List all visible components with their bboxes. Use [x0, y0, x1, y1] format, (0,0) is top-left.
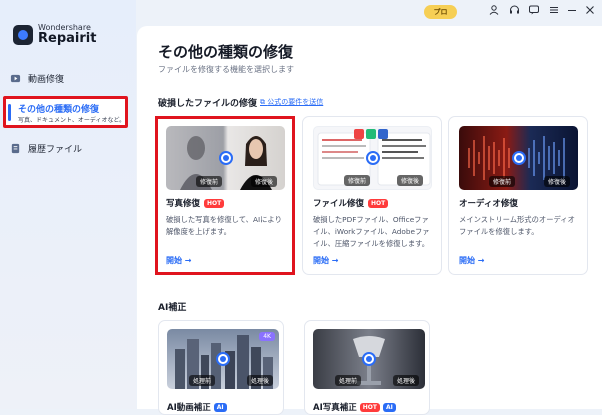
ai-card-title-text: AI写真補正 — [313, 403, 357, 413]
pro-button[interactable]: プロ — [424, 5, 457, 19]
app-logo: Wondershare Repairit — [13, 24, 96, 45]
ai-enhance-icon — [362, 352, 376, 366]
start-label: 開始 — [459, 256, 475, 265]
active-indicator — [8, 104, 11, 121]
video-icon — [10, 74, 21, 83]
ai-section-title: AI補正 — [158, 303, 187, 313]
4k-badge: 4K — [259, 332, 275, 341]
ai-photo-enhance-card[interactable]: 処理前 処理後 AI写真補正 HOT AI — [304, 320, 430, 415]
repair-badge-icon — [218, 151, 233, 165]
ai-card-title: AI動画補正 AI — [167, 401, 227, 413]
card-title: ファイル修復 HOT — [313, 197, 389, 209]
logo-product: Repairit — [38, 31, 97, 46]
ai-card-title: AI写真補正 HOT AI — [313, 401, 396, 413]
card-description: メインストリーム形式のオーディオファイルを修復します。 — [459, 215, 575, 236]
history-icon — [11, 143, 20, 154]
link-label: 公式の要件を送信 — [267, 98, 324, 106]
after-tag: 修復後 — [250, 176, 277, 187]
after-tag: 処理後 — [392, 375, 419, 386]
ai-video-preview: 4K 処理前 処理後 — [167, 329, 279, 389]
arrow-right-icon: → — [477, 256, 485, 265]
ai-card-title-text: AI動画補正 — [167, 403, 211, 413]
sidebar-item-history[interactable]: 履歴ファイル — [10, 142, 82, 155]
file-repair-card[interactable]: 修復前 修復後 ファイル修復 HOT 破損したPDFファイル、Officeファイ… — [302, 116, 442, 275]
chat-icon[interactable] — [527, 5, 541, 19]
card-description: 破損したPDFファイル、Officeファイル、iWorkファイル、Adobeファ… — [313, 215, 430, 248]
sidebar-item-label: 動画修復 — [28, 75, 65, 85]
sidebar-item-label: 履歴ファイル — [28, 145, 83, 155]
card-title-text: 写真修復 — [166, 199, 201, 209]
before-tag: 処理前 — [189, 375, 216, 386]
ai-video-enhance-card[interactable]: 4K 処理前 処理後 AI動画補正 AI — [158, 320, 284, 415]
after-tag: 修復後 — [396, 175, 423, 186]
hot-badge: HOT — [204, 198, 225, 208]
close-icon[interactable] — [583, 5, 597, 19]
photo-repair-preview: 修復前 修復後 — [166, 126, 285, 190]
hot-badge: HOT — [368, 198, 389, 208]
ai-photo-preview: 処理前 処理後 — [313, 329, 425, 389]
user-icon[interactable] — [487, 5, 501, 19]
hot-badge: HOT — [359, 402, 380, 412]
menu-icon[interactable] — [547, 5, 561, 19]
section-title: 破損したファイルの修復 — [158, 99, 258, 109]
start-button[interactable]: 開始 → — [459, 255, 485, 266]
sidebar-item-sublabel: 写真、ドキュメント、オーディオなど。 — [18, 117, 126, 124]
start-label: 開始 — [313, 256, 329, 265]
minimize-icon[interactable] — [565, 5, 579, 19]
repair-badge-icon — [511, 151, 526, 165]
card-title-text: オーディオ修復 — [459, 199, 518, 209]
photo-repair-card[interactable]: 修復前 修復後 写真修復 HOT 破損した写真を修復して、AIにより解像度を上げ… — [155, 116, 295, 275]
card-title: 写真修復 HOT — [166, 197, 225, 209]
card-title-text: ファイル修復 — [313, 199, 365, 209]
ai-badge: AI — [382, 402, 396, 412]
ai-badge: AI — [213, 402, 227, 412]
arrow-right-icon: → — [331, 256, 339, 265]
sidebar-item-other-repair[interactable]: その他の種類の修復 写真、ドキュメント、オーディオなど。 — [3, 96, 128, 128]
page-title: その他の種類の修復 — [158, 43, 294, 61]
file-repair-preview: 修復前 修復後 — [313, 126, 432, 190]
repair-badge-icon — [365, 151, 380, 165]
repairit-logo-icon — [13, 24, 33, 45]
after-tag: 処理後 — [246, 375, 273, 386]
arrow-right-icon: → — [184, 256, 192, 265]
start-button[interactable]: 開始 → — [313, 255, 339, 266]
sidebar-item-video-repair[interactable]: 動画修復 — [10, 72, 64, 85]
start-label: 開始 — [166, 256, 182, 265]
before-tag: 修復前 — [489, 176, 516, 187]
start-button[interactable]: 開始 → — [166, 255, 192, 266]
before-tag: 修復前 — [344, 175, 371, 186]
sidebar: Wondershare Repairit 動画修復 その他の種類の修復 写真、ド… — [0, 0, 136, 409]
ai-enhance-icon — [216, 352, 230, 366]
card-title: オーディオ修復 — [459, 197, 518, 209]
audio-repair-preview: 修復前 修復後 — [459, 126, 578, 190]
page-subtitle: ファイルを修復する機能を選択します — [158, 65, 294, 74]
submit-requirements-link[interactable]: ⧉ 公式の要件を送信 — [260, 97, 323, 107]
before-tag: 修復前 — [196, 176, 223, 187]
sidebar-item-label: その他の種類の修復 — [18, 105, 100, 115]
before-tag: 処理前 — [335, 375, 362, 386]
card-description: 破損した写真を修復して、AIにより解像度を上げます。 — [166, 215, 282, 236]
audio-repair-card[interactable]: 修復前 修復後 オーディオ修復 メインストリーム形式のオーディオファイルを修復し… — [448, 116, 588, 275]
after-tag: 修復後 — [543, 176, 570, 187]
title-bar: プロ — [0, 0, 602, 24]
headset-icon[interactable] — [507, 5, 521, 19]
